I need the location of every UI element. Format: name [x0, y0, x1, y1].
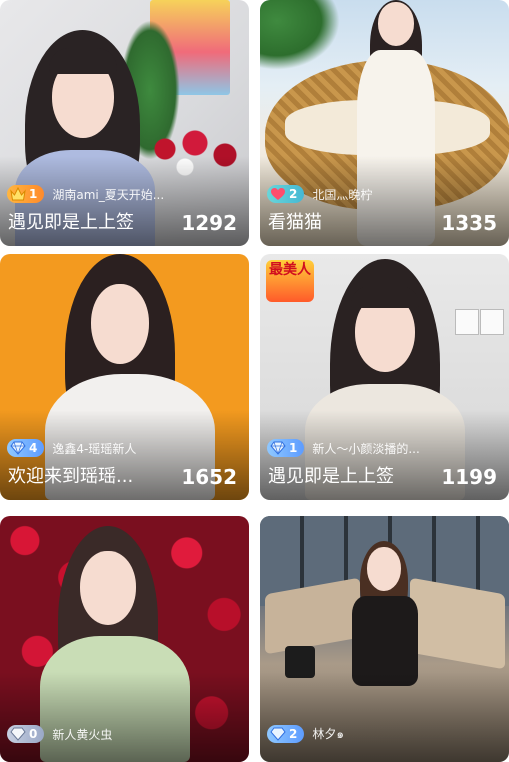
crown-icon	[10, 187, 26, 201]
streamer-info: 4 逸鑫4-瑶瑶新人	[7, 438, 136, 458]
streamer-info: 2 林夕๑	[267, 724, 344, 744]
viewer-count: 1199	[441, 465, 497, 489]
level-badge: 0	[7, 725, 45, 743]
streamer-nickname: 林夕๑	[312, 726, 344, 741]
level-badge: 4	[7, 439, 45, 457]
live-card[interactable]: 0 新人黄火虫	[0, 516, 249, 762]
streamer-nickname: 逸鑫4-瑶瑶新人	[52, 441, 137, 456]
live-card[interactable]: 最美人 1 新人～小颜淡播的... 遇见即是上上签 1199	[260, 254, 509, 500]
streamer-nickname: 新人黄火虫	[52, 727, 113, 742]
streamer-nickname: 新人～小颜淡播的...	[312, 441, 420, 456]
diamond-icon	[10, 727, 26, 741]
streamer-nickname: 北国灬晚柠	[312, 187, 373, 202]
live-card[interactable]: 2 林夕๑	[260, 516, 509, 762]
caption-gradient	[0, 672, 249, 762]
wall-socket	[480, 309, 504, 335]
level-badge: 1	[7, 185, 45, 203]
heart-icon	[271, 188, 285, 200]
stream-title: 看猫猫	[268, 212, 322, 233]
viewer-count: 1335	[441, 211, 497, 235]
level-number: 1	[29, 187, 38, 201]
level-number: 2	[289, 727, 298, 741]
live-card[interactable]: 2 北国灬晚柠 看猫猫 1335	[260, 0, 509, 246]
level-badge: 1	[267, 439, 305, 457]
level-badge: 2	[267, 725, 305, 743]
streamer-info: 0 新人黄火虫	[7, 724, 112, 744]
diamond-icon	[270, 441, 286, 455]
level-number: 0	[29, 727, 38, 741]
streamer-info: 2 北国灬晚柠	[267, 184, 372, 204]
level-number: 4	[29, 441, 38, 455]
diamond-icon	[10, 441, 26, 455]
live-card[interactable]: 1 湖南ami_夏天开始... 遇见即是上上签 1292	[0, 0, 249, 246]
level-number: 1	[289, 441, 298, 455]
stream-title: 遇见即是上上签	[8, 212, 134, 233]
streamer-info: 1 新人～小颜淡播的...	[267, 438, 420, 458]
stream-title: 欢迎来到瑶瑶...	[8, 466, 134, 487]
level-badge: 2	[267, 185, 305, 203]
caption-gradient	[260, 672, 509, 762]
palm-leaves	[260, 0, 340, 70]
viewer-count: 1292	[181, 211, 237, 235]
live-card[interactable]: 4 逸鑫4-瑶瑶新人 欢迎来到瑶瑶... 1652	[0, 254, 249, 500]
streamer-nickname: 湖南ami_夏天开始...	[52, 187, 165, 202]
stream-title: 遇见即是上上签	[268, 466, 394, 487]
streamer-info: 1 湖南ami_夏天开始...	[7, 184, 164, 204]
diamond-icon	[270, 727, 286, 741]
level-number: 2	[289, 187, 298, 201]
viewer-count: 1652	[181, 465, 237, 489]
